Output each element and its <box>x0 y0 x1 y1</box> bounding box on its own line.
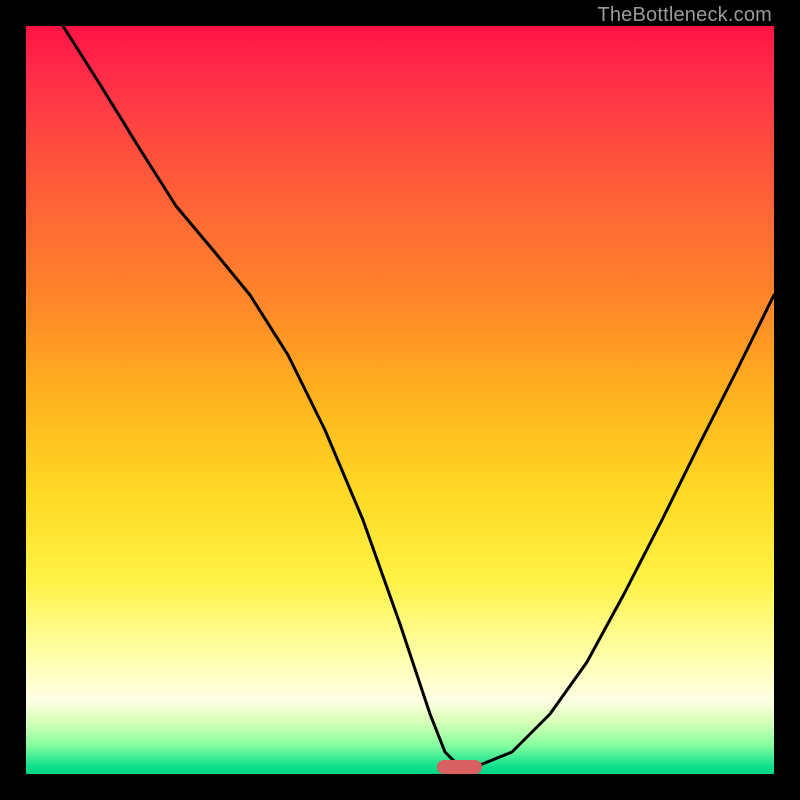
watermark-text: TheBottleneck.com <box>597 4 772 27</box>
chart-frame: TheBottleneck.com <box>0 0 800 800</box>
plot-area <box>26 26 774 774</box>
optimal-range-marker <box>437 760 482 774</box>
bottleneck-curve <box>63 26 774 767</box>
bottleneck-curve-svg <box>26 26 774 774</box>
